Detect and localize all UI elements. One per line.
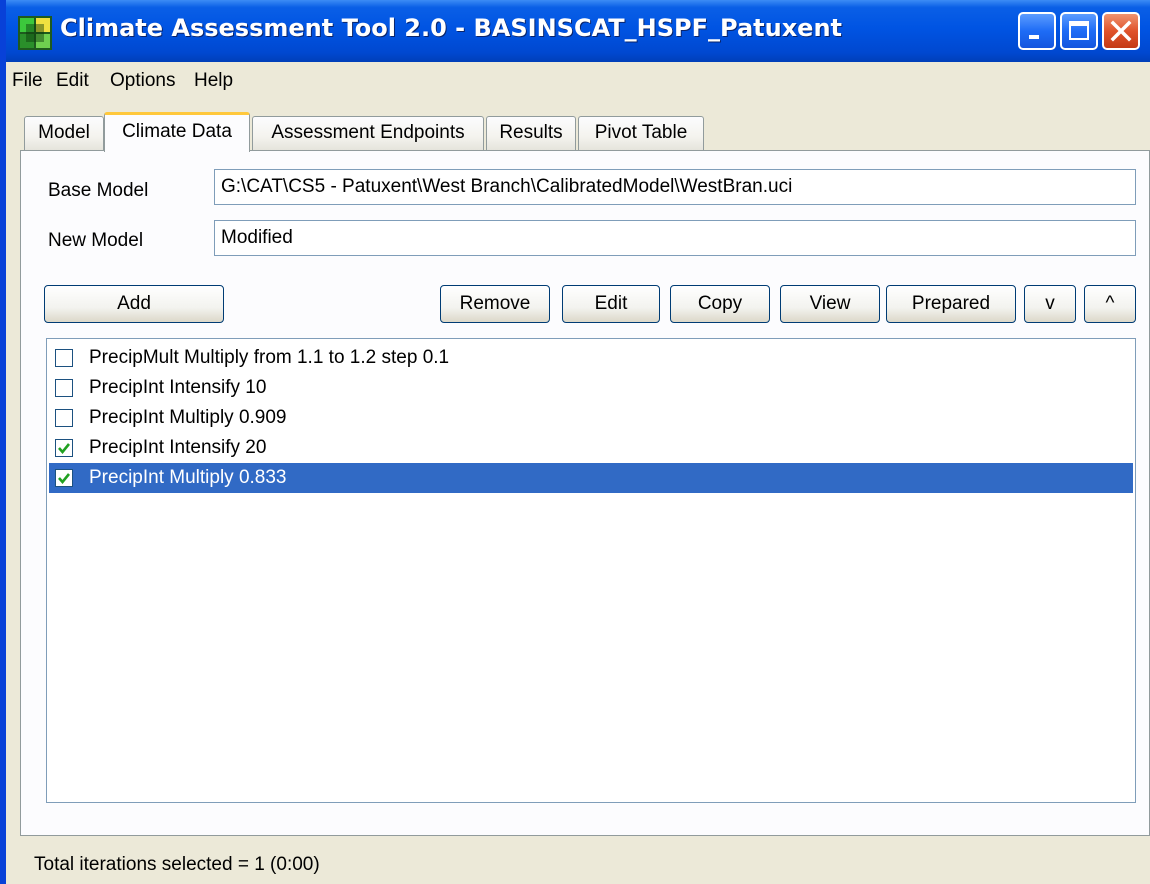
title-bar[interactable]: Climate Assessment Tool 2.0 - BASINSCAT_… [6, 0, 1150, 62]
status-text: Total iterations selected = 1 (0:00) [34, 854, 320, 875]
new-model-label: New Model [48, 230, 144, 251]
tab-climate-data[interactable]: Climate Data [104, 112, 250, 152]
tab-model[interactable]: Model [24, 116, 104, 150]
tab-assessment-endpoints[interactable]: Assessment Endpoints [252, 116, 484, 150]
tab-strip: Model Climate Data Assessment Endpoints … [6, 112, 1150, 152]
prepared-button[interactable]: Prepared [886, 285, 1016, 323]
close-icon [1110, 20, 1132, 42]
checkmark-icon [58, 473, 71, 485]
minimize-button[interactable] [1018, 12, 1056, 50]
remove-button[interactable]: Remove [440, 285, 550, 323]
list-item-checkbox[interactable] [55, 469, 73, 487]
tab-results[interactable]: Results [486, 116, 576, 150]
close-button[interactable] [1102, 12, 1140, 50]
menu-edit[interactable]: Edit [56, 70, 89, 92]
move-up-button[interactable]: ^ [1084, 285, 1136, 323]
app-icon [18, 16, 52, 50]
list-item-label: PrecipInt Intensify 10 [89, 377, 267, 398]
list-item[interactable]: PrecipInt Multiply 0.833 [49, 463, 1133, 493]
list-item-checkbox[interactable] [55, 409, 73, 427]
list-item[interactable]: PrecipInt Intensify 10 [49, 373, 1133, 403]
app-window: Climate Assessment Tool 2.0 - BASINSCAT_… [0, 0, 1150, 884]
move-down-button[interactable]: v [1024, 285, 1076, 323]
add-button[interactable]: Add [44, 285, 224, 323]
list-item-label: PrecipInt Multiply 0.833 [89, 467, 287, 488]
list-item-checkbox[interactable] [55, 379, 73, 397]
list-item-label: PrecipMult Multiply from 1.1 to 1.2 step… [89, 347, 450, 368]
scenario-list[interactable]: PrecipMult Multiply from 1.1 to 1.2 step… [46, 338, 1136, 803]
base-model-label: Base Model [48, 180, 149, 201]
list-item-checkbox[interactable] [55, 439, 73, 457]
new-model-field[interactable]: Modified [214, 220, 1136, 256]
menu-options[interactable]: Options [110, 70, 175, 92]
tab-pivot-table[interactable]: Pivot Table [578, 116, 704, 150]
checkmark-icon [58, 443, 71, 455]
list-item[interactable]: PrecipInt Intensify 20 [49, 433, 1133, 463]
edit-button[interactable]: Edit [562, 285, 660, 323]
menu-file[interactable]: File [12, 70, 43, 92]
window-title: Climate Assessment Tool 2.0 - BASINSCAT_… [60, 14, 843, 42]
list-item-checkbox[interactable] [55, 349, 73, 367]
minimize-icon [1029, 35, 1039, 39]
base-model-field[interactable]: G:\CAT\CS5 - Patuxent\West Branch\Calibr… [214, 169, 1136, 205]
copy-button[interactable]: Copy [670, 285, 770, 323]
list-item[interactable]: PrecipMult Multiply from 1.1 to 1.2 step… [49, 343, 1133, 373]
view-button[interactable]: View [780, 285, 880, 323]
menu-bar: File Edit Options Help [6, 62, 1150, 98]
list-item-label: PrecipInt Multiply 0.909 [89, 407, 287, 428]
list-item-label: PrecipInt Intensify 20 [89, 437, 267, 458]
maximize-button[interactable] [1060, 12, 1098, 50]
menu-help[interactable]: Help [194, 70, 233, 92]
maximize-icon [1069, 21, 1089, 40]
list-item[interactable]: PrecipInt Multiply 0.909 [49, 403, 1133, 433]
status-bar: Total iterations selected = 1 (0:00) [6, 842, 1150, 884]
